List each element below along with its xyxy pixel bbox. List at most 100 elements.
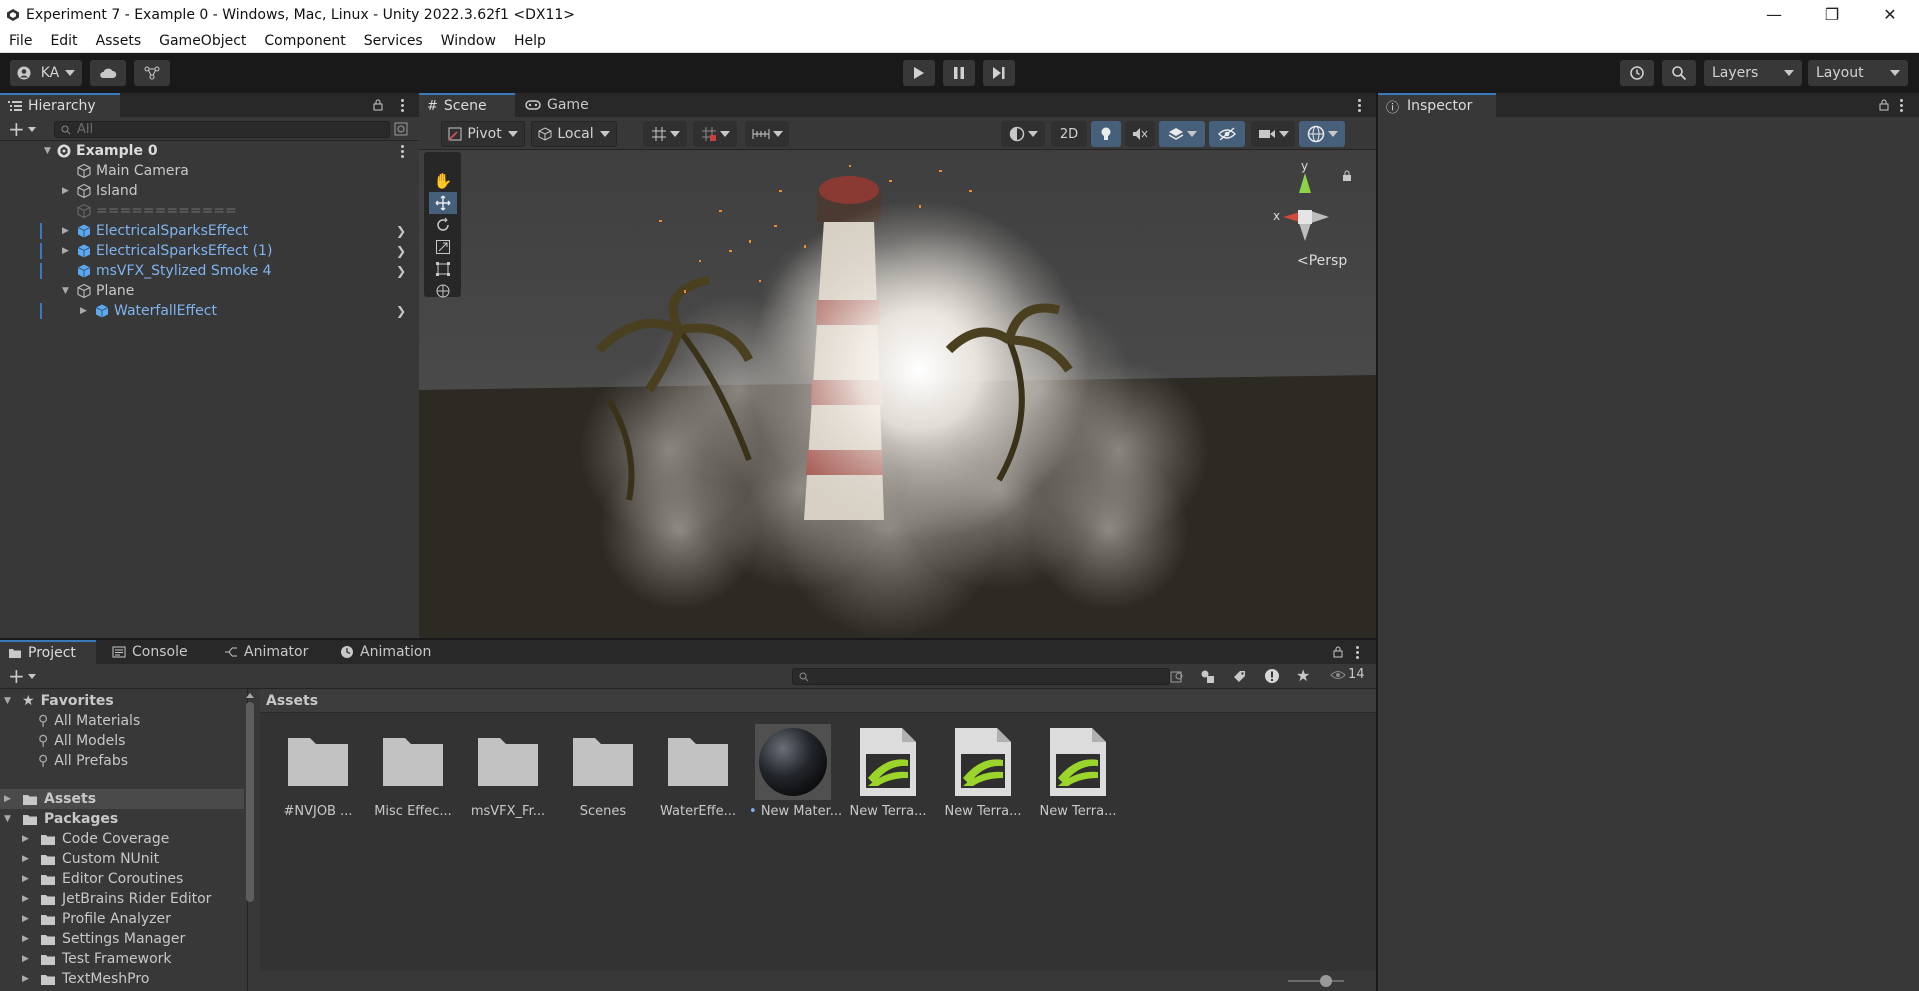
scene-viewport[interactable]: ✋ y x <Persp — [419, 150, 1376, 638]
hierarchy-item[interactable]: ▶ WaterfallEffect ❯ — [0, 301, 414, 321]
create-dropdown[interactable]: + — [8, 119, 40, 139]
pivot-dropdown[interactable]: Pivot — [441, 121, 525, 147]
asset-folder[interactable]: Misc Effec... — [369, 724, 457, 819]
asset-material[interactable]: • New Mater... — [749, 724, 842, 819]
lock-icon[interactable] — [1332, 646, 1344, 658]
asset-terrain[interactable]: New Terra... — [1034, 724, 1122, 819]
minimize-button[interactable]: — — [1745, 0, 1803, 29]
camera-dropdown[interactable] — [1251, 121, 1295, 147]
hand-tool[interactable]: ✋ — [429, 170, 457, 192]
scene-row[interactable]: ▼ Example 0 — [0, 141, 414, 161]
projection-label[interactable]: <Persp — [1297, 253, 1347, 269]
rect-tool[interactable] — [429, 258, 457, 280]
tab-game[interactable]: Game — [517, 93, 597, 117]
menu-edit[interactable]: Edit — [41, 33, 86, 49]
rotate-tool[interactable] — [429, 214, 457, 236]
tab-project[interactable]: Project — [0, 640, 96, 664]
favorite-item[interactable]: ⚲ All Materials — [38, 711, 140, 731]
package-item[interactable]: ▶ JetBrains Rider Editor — [22, 889, 211, 909]
packages-root[interactable]: ▼ Packages — [4, 809, 118, 829]
close-button[interactable]: ✕ — [1861, 0, 1919, 29]
menu-file[interactable]: File — [0, 33, 41, 49]
filter-by-type-icon[interactable] — [1200, 669, 1215, 684]
icon-size-slider[interactable] — [1288, 980, 1344, 982]
layers-dropdown[interactable]: Layers — [1704, 60, 1802, 86]
cloud-button[interactable] — [90, 60, 126, 86]
package-item[interactable]: ▶ Code Coverage — [22, 829, 169, 849]
asset-folder[interactable]: msVFX_Fr... — [464, 724, 552, 819]
breadcrumb[interactable]: Assets — [260, 689, 1376, 713]
increment-snap-dropdown[interactable] — [693, 121, 737, 147]
local-dropdown[interactable]: Local — [531, 121, 617, 147]
label-tag-icon[interactable] — [1232, 669, 1247, 684]
effects-dropdown[interactable] — [1159, 121, 1205, 147]
hierarchy-search-input[interactable]: All — [54, 121, 390, 138]
package-item[interactable]: ▶ Test Framework — [22, 949, 172, 969]
step-button[interactable] — [983, 60, 1015, 86]
collab-button[interactable] — [134, 60, 170, 86]
transform-tool[interactable] — [429, 280, 457, 302]
package-item[interactable]: ▶ Profile Analyzer — [22, 909, 171, 929]
audio-toggle[interactable] — [1125, 121, 1155, 147]
project-search-input[interactable] — [792, 668, 1170, 685]
layout-dropdown[interactable]: Layout — [1808, 60, 1908, 86]
favorite-item[interactable]: ⚲ All Prefabs — [38, 751, 128, 771]
tree-scrollbar[interactable] — [245, 693, 255, 991]
more-options-icon[interactable] — [1356, 644, 1360, 661]
hierarchy-item[interactable]: ▼ Plane — [0, 281, 414, 301]
hierarchy-item[interactable]: ▶ Island — [0, 181, 414, 201]
search-button[interactable] — [1662, 60, 1696, 86]
scene-options-icon[interactable] — [401, 143, 405, 160]
more-options-icon[interactable] — [1900, 97, 1904, 114]
scrollbar-thumb[interactable] — [246, 702, 254, 902]
play-button[interactable] — [903, 60, 935, 86]
more-options-icon[interactable] — [401, 97, 405, 114]
menu-gameobject[interactable]: GameObject — [150, 33, 255, 49]
lighting-toggle[interactable] — [1091, 121, 1121, 147]
gizmos-dropdown[interactable] — [1299, 121, 1345, 147]
shading-mode-dropdown[interactable] — [1001, 121, 1045, 147]
create-asset-dropdown[interactable]: + — [8, 666, 40, 686]
assets-root[interactable]: ▶ Assets — [0, 789, 244, 809]
slider-handle[interactable] — [1320, 975, 1332, 987]
menu-assets[interactable]: Assets — [87, 33, 151, 49]
menu-services[interactable]: Services — [355, 33, 432, 49]
asset-folder[interactable]: #NVJOB ... — [274, 724, 362, 819]
hierarchy-item[interactable]: Main Camera — [0, 161, 414, 181]
favorites-header[interactable]: ▼ ★ Favorites — [4, 691, 114, 711]
pause-button[interactable] — [943, 60, 975, 86]
hierarchy-item[interactable]: ============ — [0, 201, 414, 221]
menu-component[interactable]: Component — [255, 33, 354, 49]
package-item[interactable]: ▶ Editor Coroutines — [22, 869, 183, 889]
package-item[interactable]: ▶ Custom NUnit — [22, 849, 159, 869]
scale-tool[interactable] — [429, 236, 457, 258]
asset-folder[interactable]: WaterEffe... — [654, 724, 742, 819]
tab-inspector[interactable]: ⓘ Inspector — [1378, 93, 1496, 117]
lock-icon[interactable] — [372, 99, 384, 111]
scene-visibility-toggle[interactable] — [1209, 121, 1245, 147]
toggle-2d-button[interactable]: 2D — [1051, 121, 1087, 147]
undo-history-button[interactable] — [1620, 60, 1654, 86]
tab-animator[interactable]: Animator — [216, 640, 324, 664]
tab-hierarchy[interactable]: Hierarchy — [0, 93, 120, 117]
menu-window[interactable]: Window — [432, 33, 505, 49]
warning-filter-icon[interactable] — [1264, 668, 1280, 684]
more-options-icon[interactable] — [1358, 97, 1362, 114]
hidden-packages-toggle[interactable]: 14 — [1330, 667, 1365, 682]
package-item[interactable]: ▶ TextMeshPro — [22, 969, 149, 989]
hierarchy-item[interactable]: msVFX_Stylized Smoke 4 ❯ — [0, 261, 414, 281]
account-dropdown[interactable]: KA — [10, 60, 82, 86]
search-scope-icon[interactable] — [1170, 669, 1185, 684]
tab-animation[interactable]: Animation — [332, 640, 452, 664]
ruler-snap-dropdown[interactable] — [745, 121, 789, 147]
menu-help[interactable]: Help — [505, 33, 555, 49]
move-tool[interactable] — [429, 192, 457, 214]
lock-icon[interactable] — [1878, 99, 1890, 111]
package-item[interactable]: ▶ Settings Manager — [22, 929, 185, 949]
hierarchy-item[interactable]: ▶ ElectricalSparksEffect ❯ — [0, 221, 414, 241]
favorite-item[interactable]: ⚲ All Models — [38, 731, 125, 751]
tab-console[interactable]: Console — [104, 640, 200, 664]
restore-button[interactable]: ❐ — [1803, 0, 1861, 29]
scene-search-icon[interactable] — [394, 122, 409, 137]
tab-scene[interactable]: # Scene — [419, 93, 515, 117]
